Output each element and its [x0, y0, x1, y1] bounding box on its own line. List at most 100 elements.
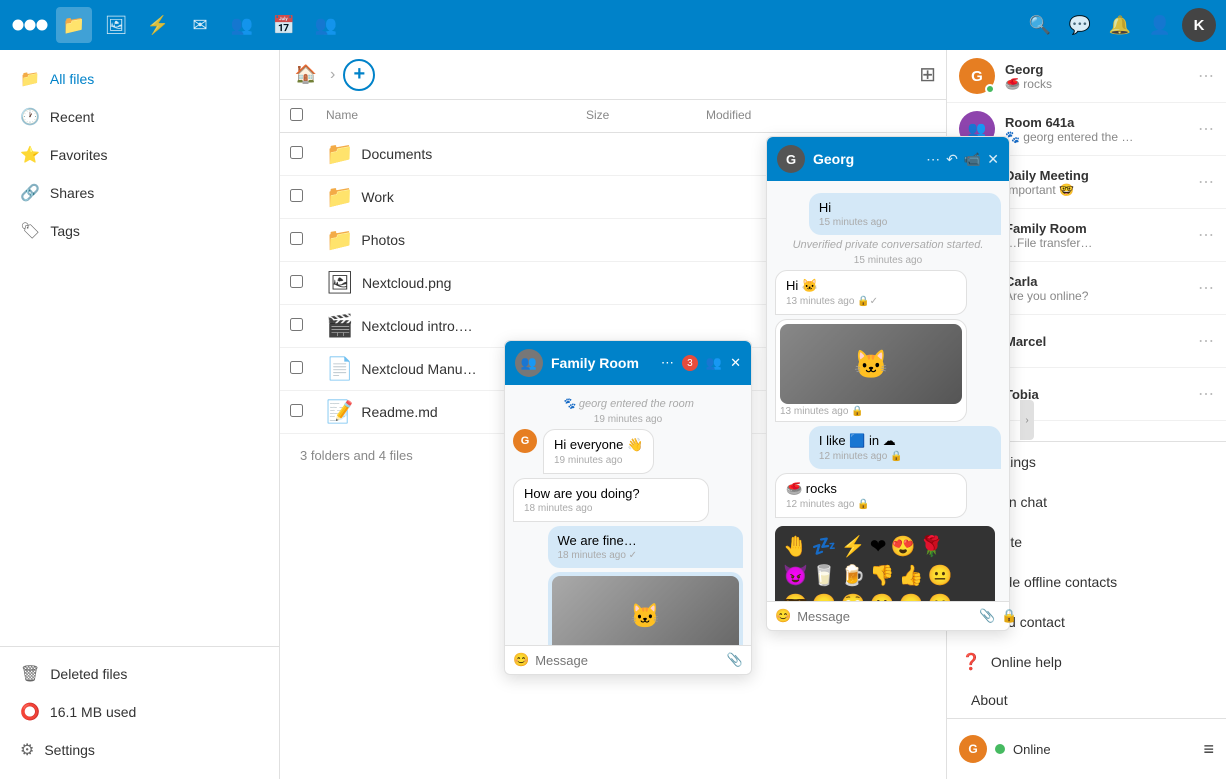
more-button[interactable]: ⋯: [661, 355, 674, 371]
row-checkbox[interactable]: [290, 361, 303, 374]
chat-more-button[interactable]: ⋯: [1198, 66, 1214, 86]
emoji-item[interactable]: 👍: [899, 563, 924, 588]
emoji-item[interactable]: ⚡: [841, 534, 866, 559]
chat-more-button[interactable]: ⋯: [1198, 172, 1214, 192]
chat-more-button[interactable]: ⋯: [1198, 384, 1214, 404]
folder-icon: 📁: [326, 141, 353, 167]
emoji-item[interactable]: 😄: [928, 592, 953, 601]
sidebar-item-tags[interactable]: 🏷 Tags: [0, 212, 279, 250]
emoji-item[interactable]: 🤚: [783, 534, 808, 559]
nav-photos[interactable]: 🖼: [98, 7, 134, 43]
chat-window-header: G Georg ⋯ ↶ 📹 ✕: [767, 137, 1009, 181]
row-checkbox[interactable]: [290, 232, 303, 245]
emoji-item[interactable]: 🌹: [919, 534, 944, 559]
add-button[interactable]: +: [343, 59, 375, 91]
emoji-item[interactable]: 🙂: [870, 592, 895, 601]
home-button[interactable]: 🏠: [290, 59, 322, 91]
emoji-trigger[interactable]: 😊: [775, 608, 791, 624]
emoji-item[interactable]: 😐: [928, 563, 953, 588]
file-toolbar: 🏠 › + ⊞: [280, 50, 946, 100]
attachment-icon[interactable]: 📎: [727, 652, 743, 668]
emoji-item[interactable]: 😑: [899, 592, 924, 601]
emoji-trigger[interactable]: 😊: [513, 652, 529, 668]
nav-calendar[interactable]: 📅: [266, 7, 302, 43]
grid-view-icon[interactable]: ⊞: [919, 62, 936, 87]
breadcrumb-separator: ›: [330, 66, 335, 84]
emoji-item[interactable]: 💤: [812, 534, 837, 559]
online-help-menu-item[interactable]: ❓ Online help: [947, 642, 1226, 682]
select-all-checkbox[interactable]: [290, 108, 303, 121]
secure-icon[interactable]: 🔒: [1001, 608, 1017, 624]
settings-icon: ⚙: [20, 740, 34, 760]
family-message-input[interactable]: [535, 653, 721, 668]
close-button[interactable]: ✕: [730, 355, 741, 371]
more-btn[interactable]: ⋯: [926, 151, 940, 168]
nav-files[interactable]: 📁: [56, 7, 92, 43]
sidebar-item-settings[interactable]: ⚙ Settings: [0, 731, 279, 769]
nav-activity[interactable]: ⚡: [140, 7, 176, 43]
emoji-item[interactable]: ❤: [870, 534, 887, 559]
chat-more-button[interactable]: ⋯: [1198, 331, 1214, 351]
history-btn[interactable]: ↶: [946, 151, 958, 168]
emoji-item[interactable]: 🥛: [812, 563, 837, 588]
sidebar-item-deleted[interactable]: 🗑 Deleted files: [0, 655, 279, 693]
family-chat-name: Family Room: [551, 355, 653, 371]
system-message: 🐾 georg entered the room: [513, 397, 743, 410]
more-options-button[interactable]: ≡: [1203, 739, 1214, 760]
chat-window-name: Georg: [813, 151, 918, 167]
nav-contacts[interactable]: 👥: [224, 7, 260, 43]
emoji-item[interactable]: 😳: [841, 592, 866, 601]
emoji-item[interactable]: 😈: [783, 563, 808, 588]
clock-icon: 🕐: [20, 107, 40, 127]
row-checkbox[interactable]: [290, 404, 303, 417]
chat-more-button[interactable]: ⋯: [1198, 119, 1214, 139]
message-time: 12 minutes ago 🔒: [786, 499, 956, 510]
notifications-icon[interactable]: 🔔: [1102, 7, 1138, 43]
emoji-item[interactable]: 👎: [870, 563, 895, 588]
video-btn[interactable]: 📹: [964, 151, 981, 168]
members-icon[interactable]: 👥: [706, 355, 722, 371]
emoji-item[interactable]: 😛: [812, 592, 837, 601]
logo[interactable]: [10, 5, 50, 45]
sidebar-item-all-files[interactable]: 📁 All files: [0, 60, 279, 98]
chat-info: Carla Are you online?: [1005, 274, 1188, 303]
row-checkbox[interactable]: [290, 189, 303, 202]
message-text: Hi everyone 👋: [554, 437, 643, 453]
online-indicator: [985, 84, 995, 94]
chat-sidebar-bottom: G Online ≡: [947, 718, 1226, 779]
row-checkbox[interactable]: [290, 275, 303, 288]
search-icon[interactable]: 🔍: [1022, 7, 1058, 43]
sidebar-item-shares[interactable]: 🔗 Shares: [0, 174, 279, 212]
chat-expand-handle[interactable]: ›: [1020, 400, 1034, 440]
message-text: We are fine…: [558, 533, 734, 548]
chat-item-georg[interactable]: G Georg 🥌 rocks ⋯: [947, 50, 1226, 103]
emoji-item[interactable]: 😍: [890, 534, 915, 559]
emoji-item[interactable]: 😎: [783, 592, 808, 601]
message-text: How are you doing?: [524, 486, 698, 501]
chat-more-button[interactable]: ⋯: [1198, 225, 1214, 245]
attachment-icon[interactable]: 📎: [979, 608, 995, 624]
header-checkbox[interactable]: [290, 108, 326, 124]
message-input[interactable]: [797, 609, 973, 624]
talk-icon[interactable]: 💬: [1062, 7, 1098, 43]
message-in: Hi everyone 👋 19 minutes ago: [543, 429, 654, 474]
message-out: Hi 15 minutes ago: [809, 193, 1001, 235]
nav-participants[interactable]: 👥: [308, 7, 344, 43]
chat-more-button[interactable]: ⋯: [1198, 278, 1214, 298]
about-menu-item[interactable]: About: [947, 682, 1226, 718]
chat-info: Daily Meeting Important 🤓: [1005, 168, 1188, 197]
close-btn[interactable]: ✕: [987, 151, 999, 168]
row-checkbox[interactable]: [290, 318, 303, 331]
sidebar-item-favorites[interactable]: ⭐ Favorites: [0, 136, 279, 174]
row-checkbox[interactable]: [290, 146, 303, 159]
emoji-item[interactable]: 🍺: [841, 563, 866, 588]
unread-badge: 3: [682, 355, 698, 371]
nav-mail[interactable]: ✉: [182, 7, 218, 43]
contacts-icon[interactable]: 👤: [1142, 7, 1178, 43]
sidebar-item-storage[interactable]: ⭕ 16.1 MB used: [0, 693, 279, 731]
message-in: 🥌 rocks 12 minutes ago 🔒: [775, 473, 967, 518]
sidebar-item-recent[interactable]: 🕐 Recent: [0, 98, 279, 136]
message-row: G Hi everyone 👋 19 minutes ago: [513, 429, 743, 474]
message-out: We are fine… 18 minutes ago ✓: [548, 526, 744, 568]
avatar[interactable]: K: [1182, 8, 1216, 42]
